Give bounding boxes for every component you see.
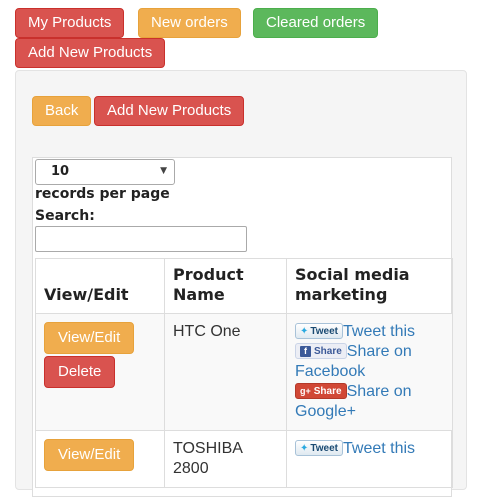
column-header-product-name[interactable]: Product Name [164, 258, 287, 314]
column-header-view-edit[interactable]: View/Edit [35, 258, 165, 314]
google-plus-share-button[interactable]: g+ Share [295, 383, 347, 399]
search-label: Search: [35, 208, 95, 224]
products-table: View/Edit Product Name Social media mark… [35, 258, 453, 488]
records-per-page-label: records per page [35, 186, 170, 202]
tweet-link[interactable]: Tweet this [343, 323, 415, 340]
page-length-select[interactable]: 10 ▼ [35, 159, 175, 185]
content-well: Back Add New Products 10 ▼ records per p… [15, 70, 467, 497]
tweet-button[interactable]: ✦ Tweet [295, 323, 343, 339]
product-name-cell: TOSHIBA 2800 [164, 430, 287, 488]
my-products-button[interactable]: My Products [15, 8, 125, 38]
google-plus-icon: g+ [300, 386, 311, 396]
facebook-icon: f [300, 346, 311, 357]
table-row: View/Edit Delete HTC One ✦ Tweet Tweet thi… [35, 313, 453, 431]
tweet-button-label: Tweet [310, 443, 338, 454]
social-media-cell: ✦ Tweet Tweet this f Share Share on Facebook… [286, 313, 453, 431]
view-edit-button[interactable]: View/Edit [44, 439, 135, 471]
social-media-cell: ✦ Tweet Tweet this [286, 430, 453, 488]
twitter-bird-icon: ✦ [300, 443, 309, 454]
chevron-down-icon: ▼ [160, 166, 167, 176]
column-header-social-media[interactable]: Social media marketing [286, 258, 453, 314]
back-button[interactable]: Back [32, 96, 92, 126]
facebook-share-label: Share [314, 346, 342, 357]
tweet-button[interactable]: ✦ Tweet [295, 440, 343, 456]
search-input[interactable] [35, 226, 247, 252]
cleared-orders-button[interactable]: Cleared orders [253, 8, 379, 38]
products-table-panel: 10 ▼ records per page Search: View/Edit … [32, 157, 453, 497]
facebook-share-button[interactable]: f Share [295, 343, 347, 359]
product-name-cell: HTC One [164, 313, 287, 431]
tweet-link[interactable]: Tweet this [343, 440, 415, 457]
view-edit-button[interactable]: View/Edit [44, 322, 135, 354]
new-orders-button[interactable]: New orders [138, 8, 241, 38]
google-plus-share-label: Share [313, 386, 342, 397]
row-actions-cell: View/Edit Delete [35, 313, 165, 431]
twitter-bird-icon: ✦ [300, 326, 309, 337]
tweet-button-label: Tweet [310, 326, 338, 337]
delete-button[interactable]: Delete [44, 356, 116, 388]
row-actions-cell: View/Edit [35, 430, 165, 488]
page-length-value: 10 [51, 164, 70, 179]
table-row: View/Edit TOSHIBA 2800 ✦ Tweet Tweet this [35, 430, 453, 488]
add-new-products-nav-button[interactable]: Add New Products [15, 38, 166, 68]
add-new-products-button[interactable]: Add New Products [94, 96, 245, 126]
table-header-row: View/Edit Product Name Social media mark… [35, 258, 453, 314]
